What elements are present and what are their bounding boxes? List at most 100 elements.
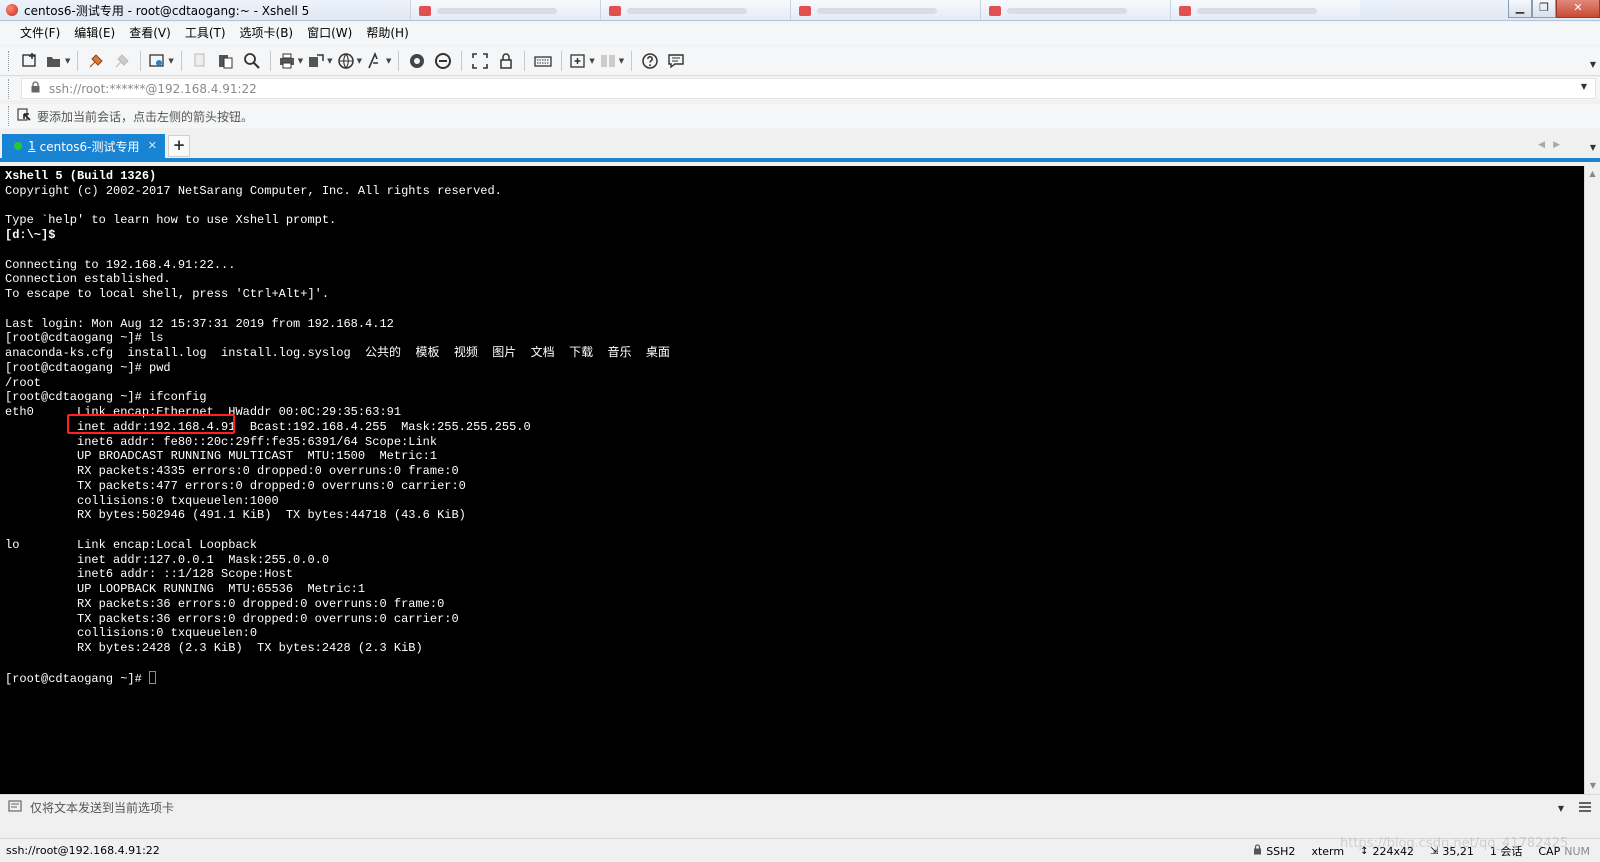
keyboard-icon[interactable] [532,50,554,72]
compose-bar: 仅将文本发送到当前选项卡 ▼ [0,794,1600,820]
links-bar: 要添加当前会话，点击左侧的箭头按钮。 [0,104,1600,128]
tab-favicon-icon [1179,6,1191,16]
new-tab-button[interactable]: + [168,135,190,157]
title-bar: centos6-测试专用 - root@cdtaogang:~ - Xshell… [0,0,1600,21]
disconnect-icon[interactable] [111,50,133,72]
xshell-logo-icon [6,4,18,16]
terminal-line: RX bytes:502946 (491.1 KiB) TX bytes:447… [5,508,466,523]
terminal-area[interactable]: Xshell 5 (Build 1326) Copyright (c) 2002-… [0,166,1584,794]
terminal-line: lo Link encap:Local Loopback [5,537,258,552]
minimize-button[interactable]: ▁ [1508,0,1532,18]
background-tab[interactable] [980,0,1170,20]
properties-icon[interactable]: ▼ [148,50,174,72]
background-tab[interactable] [1170,0,1360,20]
terminal-line: /root [5,375,42,390]
terminal-line: To escape to local shell, press 'Ctrl+Al… [5,287,330,301]
terminal-scrollbar[interactable]: ▲ ▼ [1584,166,1600,794]
session-tab-bar: 1 centos6-测试专用 ✕ + ◀▶ ▼ [0,134,1600,162]
xftp-icon[interactable] [406,50,428,72]
background-tab[interactable] [600,0,790,20]
terminal-line: collisions:0 txqueuelen:0 [5,626,258,641]
tab-scroll-arrows-icon[interactable]: ◀▶ [1538,140,1568,150]
find-icon[interactable] [241,50,263,72]
open-icon[interactable]: ▼ [45,50,70,72]
terminal-line: TX packets:477 errors:0 dropped:0 overru… [5,478,466,493]
address-input[interactable]: ssh://root:******@192.168.4.91:22 ▼ [21,78,1596,99]
terminal-line: collisions:0 txqueuelen:1000 [5,493,279,508]
xmanager-icon[interactable] [432,50,454,72]
tab-centos6[interactable]: 1 centos6-测试专用 ✕ [2,134,165,158]
help-icon[interactable] [639,50,661,72]
scroll-down-icon[interactable]: ▼ [1585,778,1600,794]
menu-view[interactable]: 查看(V) [123,22,177,45]
compose-hint[interactable]: 仅将文本发送到当前选项卡 [30,799,174,816]
add-icon[interactable]: ▼ [569,50,595,72]
terminal-line: RX packets:4335 errors:0 dropped:0 overr… [5,464,459,478]
tab-number: 1 [28,139,36,153]
inet-addr-highlight-box [67,414,235,434]
maximize-button[interactable]: ❐ [1532,0,1556,18]
terminal-line: Connecting to 192.168.4.91:22... [5,257,236,272]
terminal-line: RX bytes:2428 (2.3 KiB) TX bytes:2428 (2… [5,641,423,655]
background-browser-tabs [410,0,1360,20]
chat-icon[interactable] [665,50,687,72]
copy-icon[interactable] [189,50,211,72]
layout-icon[interactable]: ▼ [599,50,624,72]
background-tab[interactable] [790,0,980,20]
terminal-line: eth0 Link encap:Ethernet HWaddr 00:0C:29… [5,405,402,419]
terminal-line: UP LOOPBACK RUNNING MTU:65536 Metric:1 [5,582,366,596]
font-icon[interactable]: ▼ [366,50,391,72]
compose-dropdown-icon[interactable]: ▼ [1558,804,1564,813]
terminal-line: Xshell 5 (Build 1326) [5,169,157,183]
window-title: centos6-测试专用 - root@cdtaogang:~ - Xshell… [24,3,310,18]
links-grip[interactable] [8,106,11,126]
tab-favicon-icon [799,6,811,16]
background-tab[interactable] [410,0,600,20]
toolbar-grip[interactable] [8,50,11,71]
compose-menu-icon[interactable] [1578,800,1592,817]
new-session-icon[interactable] [19,50,41,72]
terminal-output: Xshell 5 (Build 1326) Copyright (c) 2002-… [5,169,1584,685]
tab-label: centos6-测试专用 [39,139,140,154]
terminal-line: [root@cdtaogang ~]# ifconfig [5,390,207,405]
menu-window[interactable]: 窗口(W) [301,22,358,45]
globe-icon[interactable]: ▼ [337,50,362,72]
links-hint: 要添加当前会话，点击左侧的箭头按钮。 [37,109,254,124]
terminal-line: Type `help' to learn how to use Xshell p… [5,213,337,228]
menu-file[interactable]: 文件(F) [14,22,66,45]
status-protocol-label: SSH2 [1266,844,1296,858]
add-session-arrow-icon[interactable] [17,107,31,125]
address-grip[interactable] [8,78,11,99]
toolbar-overflow-icon[interactable]: ▼ [1590,60,1596,69]
paste-icon[interactable] [215,50,237,72]
tab-list-dropdown-icon[interactable]: ▼ [1590,143,1596,152]
address-bar: ssh://root:******@192.168.4.91:22 ▼ [0,77,1600,100]
status-protocol: SSH2 [1245,844,1303,858]
status-connection: ssh://root@192.168.4.91:22 [6,844,160,857]
menu-help[interactable]: 帮助(H) [360,22,414,45]
terminal-line: Last login: Mon Aug 12 15:37:31 2019 fro… [5,316,394,331]
menu-tools[interactable]: 工具(T) [179,22,232,45]
scroll-up-icon[interactable]: ▲ [1585,166,1600,182]
fullscreen-icon[interactable] [469,50,491,72]
lock-icon [30,81,41,96]
print-icon[interactable]: ▼ [278,50,303,72]
menu-edit[interactable]: 编辑(E) [68,22,121,45]
window-controls: ▁ ❐ ✕ [1508,0,1600,20]
tab-close-icon[interactable]: ✕ [148,139,157,152]
address-dropdown-icon[interactable]: ▼ [1581,82,1587,91]
compose-icon[interactable] [8,800,22,815]
close-button[interactable]: ✕ [1556,0,1600,18]
menu-tabs[interactable]: 选项卡(B) [234,22,300,45]
lock-icon[interactable] [495,50,517,72]
transfer-icon[interactable]: ▼ [307,50,333,72]
reconnect-icon[interactable] [85,50,107,72]
toolbar: ▼ ▼ ▼ ▼ ▼ ▼ ▼ ▼ ▼ [0,46,1600,76]
terminal-line: inet addr:127.0.0.1 Mask:255.0.0.0 [5,552,330,567]
tab-favicon-icon [419,6,431,16]
terminal-line: anaconda-ks.cfg install.log install.log.… [5,346,670,360]
terminal-line: [root@cdtaogang ~]# ls [5,331,164,346]
